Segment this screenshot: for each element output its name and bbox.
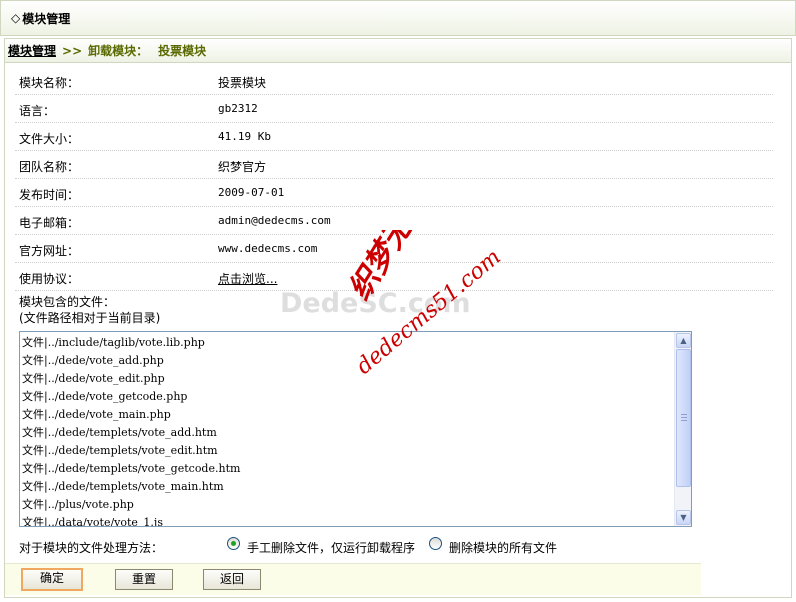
breadcrumb-separator: >> bbox=[62, 43, 83, 58]
file-list-item: 文件|../include/taglib/vote.lib.php bbox=[22, 336, 205, 349]
info-value: gb2312 bbox=[218, 102, 258, 115]
scroll-down-icon[interactable]: ▼ bbox=[676, 510, 691, 525]
reset-button[interactable]: 重置 bbox=[115, 569, 173, 590]
info-value: 投票模块 bbox=[218, 76, 267, 90]
file-list-item: 文件|../dede/templets/vote_edit.htm bbox=[22, 444, 218, 457]
info-label: 文件大小： bbox=[19, 132, 80, 146]
info-value: admin@dedecms.com bbox=[218, 214, 331, 227]
scroll-up-icon[interactable]: ▲ bbox=[676, 333, 691, 348]
breadcrumb-home-link[interactable]: 模块管理 bbox=[8, 42, 56, 59]
diamond-icon: ◇ bbox=[11, 11, 21, 25]
info-value: www.dedecms.com bbox=[218, 242, 318, 255]
file-list: 文件|../include/taglib/vote.lib.php 文件|../d… bbox=[22, 334, 674, 527]
info-label: 电子邮箱： bbox=[19, 216, 80, 230]
info-label: 团队名称： bbox=[19, 160, 80, 174]
info-row-language: 语言： gb2312 bbox=[15, 95, 773, 123]
scroll-thumb[interactable] bbox=[676, 349, 691, 487]
method-label: 对于模块的文件处理方法： bbox=[19, 541, 164, 555]
file-list-item: 文件|../dede/templets/vote_add.htm bbox=[22, 426, 217, 439]
file-list-item: 文件|../data/vote/vote_1.js bbox=[22, 516, 163, 527]
info-label: 语言： bbox=[19, 104, 56, 118]
radio-manual-delete-label[interactable]: 手工删除文件，仅运行卸载程序 bbox=[247, 539, 415, 556]
file-list-item: 文件|../dede/templets/vote_getcode.htm bbox=[22, 462, 241, 475]
file-list-item: 文件|../dede/vote_main.php bbox=[22, 408, 171, 421]
back-button[interactable]: 返回 bbox=[203, 569, 261, 590]
info-label: 使用协议： bbox=[19, 272, 80, 286]
breadcrumb-current: 投票模块 bbox=[158, 44, 207, 58]
info-row-license: 使用协议： 点击浏览... bbox=[15, 263, 773, 291]
file-list-item: 文件|../dede/vote_edit.php bbox=[22, 372, 165, 385]
file-handling-method: 对于模块的文件处理方法： 手工删除文件，仅运行卸载程序 删除模块的所有文件 bbox=[19, 537, 779, 557]
button-bar: 确定 重置 返回 bbox=[5, 563, 701, 595]
info-row-module-name: 模块名称： 投票模块 bbox=[15, 67, 773, 95]
file-list-item: 文件|../plus/vote.php bbox=[22, 498, 134, 511]
info-value: 41.19 Kb bbox=[218, 130, 271, 143]
license-link[interactable]: 点击浏览... bbox=[218, 270, 277, 287]
files-label: 模块包含的文件： bbox=[19, 295, 116, 309]
file-list-item: 文件|../dede/vote_add.php bbox=[22, 354, 164, 367]
radio-delete-all-label[interactable]: 删除模块的所有文件 bbox=[449, 539, 557, 556]
info-value: 织梦官方 bbox=[218, 160, 267, 174]
info-row-team: 团队名称： 织梦官方 bbox=[15, 151, 773, 179]
uninstall-panel: 模块管理 >> 卸载模块： 投票模块 模块名称： 投票模块 语言： gb2312… bbox=[4, 38, 792, 598]
info-label: 官方网址： bbox=[19, 244, 80, 258]
file-list-item: 文件|../dede/vote_getcode.php bbox=[22, 390, 188, 403]
file-list-item: 文件|../dede/templets/vote_main.htm bbox=[22, 480, 224, 493]
files-label-block: 模块包含的文件： (文件路径相对于当前目录) bbox=[19, 294, 160, 326]
info-label: 发布时间： bbox=[19, 188, 80, 202]
radio-manual-delete[interactable] bbox=[227, 537, 240, 550]
info-label: 模块名称： bbox=[19, 76, 80, 90]
info-row-release-date: 发布时间： 2009-07-01 bbox=[15, 179, 773, 207]
file-list-textarea[interactable]: 文件|../include/taglib/vote.lib.php 文件|../d… bbox=[19, 331, 692, 527]
ok-button[interactable]: 确定 bbox=[21, 568, 83, 591]
info-value: 2009-07-01 bbox=[218, 186, 285, 199]
page-title: 模块管理 bbox=[22, 11, 71, 26]
page-header: ◇ 模块管理 bbox=[0, 0, 796, 36]
info-row-website: 官方网址： www.dedecms.com bbox=[15, 235, 773, 263]
files-note: (文件路径相对于当前目录) bbox=[19, 311, 161, 325]
file-list-scrollbar[interactable]: ▲ ▼ bbox=[674, 332, 691, 526]
info-row-email: 电子邮箱： admin@dedecms.com bbox=[15, 207, 773, 235]
radio-delete-all[interactable] bbox=[429, 537, 442, 550]
breadcrumb-step: 卸载模块： bbox=[88, 44, 149, 58]
info-row-file-size: 文件大小： 41.19 Kb bbox=[15, 123, 773, 151]
breadcrumb: 模块管理 >> 卸载模块： 投票模块 bbox=[5, 39, 791, 63]
grip-icon bbox=[681, 414, 687, 421]
